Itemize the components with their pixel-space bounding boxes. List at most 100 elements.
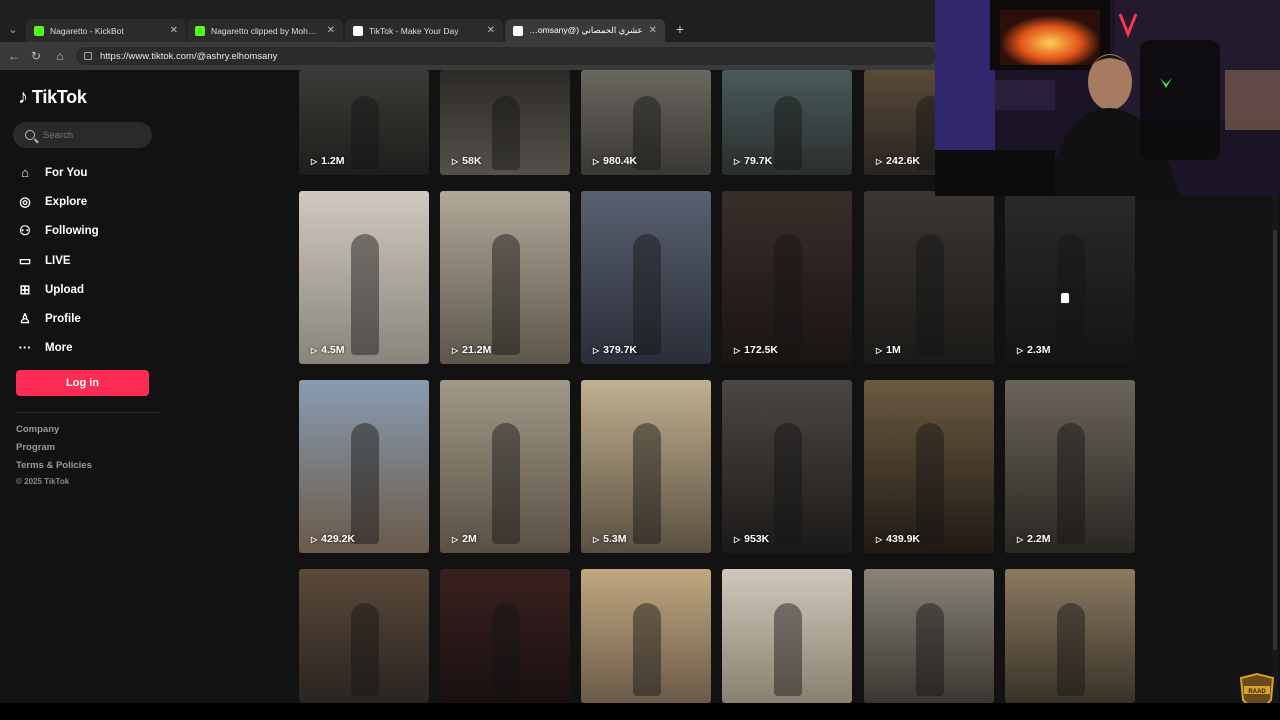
view-count: ▷ 429.2K: [311, 533, 355, 545]
close-tab-icon[interactable]: ✕: [487, 25, 495, 36]
video-tile[interactable]: ▷ 2.2M: [1005, 380, 1135, 553]
nav-item-explore[interactable]: ◎ Explore: [16, 187, 99, 216]
video-tile[interactable]: [581, 569, 711, 703]
browser-tab-active[interactable]: عشري الحمصاني (@ashry.elhomsany ✕: [505, 19, 665, 42]
browser-tab[interactable]: Nagaretto - KickBot ✕: [26, 19, 186, 42]
scrollbar-thumb[interactable]: [1273, 230, 1277, 650]
video-tile[interactable]: ▷ 980.4K: [581, 70, 711, 175]
video-tile[interactable]: [864, 569, 994, 703]
video-tile[interactable]: ▷ 5.3M: [581, 380, 711, 553]
view-count-text: 2M: [462, 533, 477, 545]
bottom-edge: [0, 703, 1280, 720]
video-tile[interactable]: ▷ 953K: [722, 380, 852, 553]
video-tile[interactable]: ▷ 1.2M: [299, 70, 429, 175]
video-thumbnail: [351, 423, 379, 545]
video-tile[interactable]: [1005, 569, 1135, 703]
nav-item-upload[interactable]: ⊞ Upload: [16, 275, 99, 304]
play-icon: ▷: [593, 156, 600, 166]
video-tile[interactable]: ▷ 58K: [440, 70, 570, 175]
tiktok-logo[interactable]: ♪ TikTok: [18, 86, 87, 109]
video-tile[interactable]: ▷ 379.7K: [581, 191, 711, 364]
tiktok-favicon-icon: [513, 25, 523, 36]
view-count-text: 1M: [886, 344, 901, 356]
new-tab-button[interactable]: +: [672, 21, 688, 37]
nav-item-live[interactable]: ▭ LIVE: [16, 246, 99, 275]
video-tile[interactable]: ▷ 79.7K: [722, 70, 852, 175]
video-thumbnail: [916, 423, 944, 545]
play-icon: ▷: [876, 534, 883, 544]
profile-icon: ♙: [19, 311, 31, 327]
nav-item-more[interactable]: ··· More: [16, 334, 99, 363]
video-thumbnail: [916, 234, 944, 356]
video-thumbnail: [351, 234, 379, 356]
view-count-text: 172.5K: [744, 344, 779, 356]
screen: ⌄ Nagaretto - KickBot ✕ Nagaretto clippe…: [0, 0, 1280, 720]
view-count-text: 5.3M: [603, 533, 627, 545]
nav-label: Profile: [45, 313, 81, 326]
video-tile[interactable]: [299, 569, 429, 703]
view-count-text: 1.2M: [321, 155, 345, 167]
nav-item-for-you[interactable]: ⌂ For You: [16, 158, 99, 187]
tab-search-chevron-icon[interactable]: ⌄: [4, 20, 22, 38]
address-bar[interactable]: https://www.tiktok.com/@ashry.elhomsany: [76, 47, 936, 65]
view-count: ▷ 4.5M: [311, 344, 345, 356]
play-icon: ▷: [593, 534, 600, 544]
live-icon: ▭: [18, 252, 32, 268]
home-icon[interactable]: ⌂: [52, 47, 68, 65]
video-thumbnail: [633, 234, 661, 356]
play-icon: ▷: [876, 345, 883, 355]
close-tab-icon[interactable]: ✕: [649, 25, 657, 36]
home-icon: ⌂: [21, 164, 29, 180]
play-icon: ▷: [1017, 345, 1024, 355]
tiktok-note-icon: ♪: [18, 86, 28, 108]
url-text: https://www.tiktok.com/@ashry.elhomsany: [100, 50, 278, 62]
mouse-cursor: [1060, 292, 1070, 304]
nav-label: Explore: [45, 195, 88, 208]
nav-label: LIVE: [45, 254, 71, 267]
browser-tab[interactable]: TikTok - Make Your Day ✕: [345, 19, 503, 42]
back-arrow-icon[interactable]: ←: [6, 47, 22, 65]
play-icon: ▷: [311, 534, 318, 544]
video-tile[interactable]: ▷ 4.5M: [299, 191, 429, 364]
footer-link-company[interactable]: Company: [16, 424, 59, 435]
footer-link-program[interactable]: Program: [16, 442, 55, 453]
view-count: ▷ 2M: [452, 533, 477, 545]
view-count-text: 79.7K: [744, 155, 773, 167]
nav-item-following[interactable]: ⚇ Following: [16, 217, 98, 246]
video-tile[interactable]: ▷ 1M: [864, 191, 994, 364]
video-tile[interactable]: ▷ 2M: [440, 380, 570, 553]
view-count: ▷ 21.2M: [452, 344, 491, 356]
video-tile[interactable]: [722, 569, 852, 703]
view-count-text: 379.7K: [603, 344, 638, 356]
video-thumbnail: [633, 423, 661, 545]
close-tab-icon[interactable]: ✕: [327, 25, 335, 36]
view-count: ▷ 172.5K: [734, 344, 778, 356]
view-count: ▷ 58K: [452, 155, 481, 167]
nav-item-profile[interactable]: ♙ Profile: [16, 304, 99, 333]
reload-icon[interactable]: ↻: [28, 47, 44, 65]
video-tile[interactable]: ▷ 21.2M: [440, 191, 570, 364]
play-icon: ▷: [734, 345, 741, 355]
video-thumbnail: [633, 602, 661, 697]
video-tile[interactable]: [440, 569, 570, 703]
video-tile[interactable]: ▷ 172.5K: [722, 191, 852, 364]
sidebar: ♪ TikTok ⌂ For You ◎ Explore ⚇ Following: [0, 70, 200, 703]
following-icon: ⚇: [19, 223, 31, 239]
login-button[interactable]: Log in: [16, 370, 149, 396]
close-tab-icon[interactable]: ✕: [170, 25, 178, 36]
search-box[interactable]: [13, 122, 152, 148]
view-count-text: 2.2M: [1027, 533, 1051, 545]
view-count-text: 980.4K: [603, 155, 638, 167]
play-icon: ▷: [876, 156, 883, 166]
browser-tab[interactable]: Nagaretto clipped by Mohamad_S ✕: [187, 19, 343, 42]
video-tile[interactable]: ▷ 439.9K: [864, 380, 994, 553]
sidebar-divider: [16, 412, 160, 413]
video-tile[interactable]: ▷ 429.2K: [299, 380, 429, 553]
footer-link-terms[interactable]: Terms & Policies: [16, 460, 92, 471]
kick-favicon-icon: [34, 25, 44, 36]
video-tile[interactable]: ▷ 2.3M: [1005, 191, 1135, 364]
site-info-icon[interactable]: [84, 52, 92, 60]
search-input[interactable]: [43, 129, 143, 141]
play-icon: ▷: [734, 534, 741, 544]
video-thumbnail: [351, 602, 379, 697]
